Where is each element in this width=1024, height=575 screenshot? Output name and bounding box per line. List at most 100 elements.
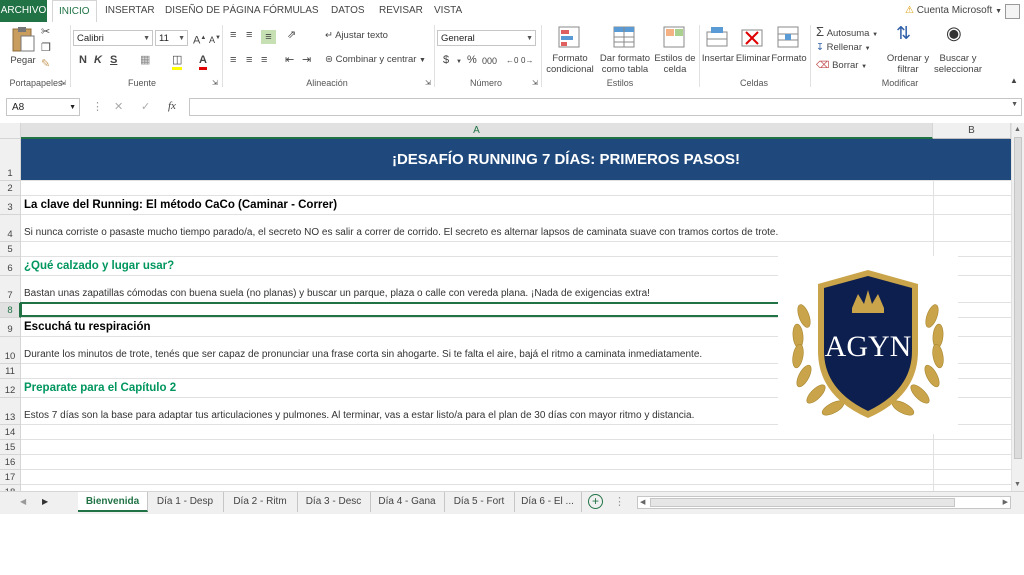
row-header[interactable]: 16	[0, 455, 21, 470]
cell-styles-button[interactable]: Estilos de celda	[654, 24, 696, 76]
autosum-button[interactable]: Σ Autosuma ▼	[816, 24, 878, 39]
row-header[interactable]: 6	[0, 257, 21, 276]
column-header-a[interactable]: A	[21, 123, 933, 139]
decrease-indent-icon[interactable]: ⇤	[285, 53, 294, 67]
table-row[interactable]: La clave del Running: El método CaCo (Ca…	[21, 196, 1011, 215]
row-header[interactable]: 10	[0, 337, 21, 364]
table-row[interactable]	[21, 440, 1011, 455]
dialog-launcher-icon[interactable]: ⇲	[532, 77, 538, 91]
row-header[interactable]: 12	[0, 379, 21, 398]
borders-icon[interactable]: ▦	[140, 53, 150, 67]
increase-decimal-icon[interactable]: ←0	[506, 54, 518, 68]
decrease-decimal-icon[interactable]: 0→	[521, 54, 533, 68]
add-sheet-icon[interactable]: +	[588, 494, 603, 509]
tab-datos[interactable]: DATOS	[325, 0, 371, 22]
dialog-launcher-icon[interactable]: ⇲	[60, 77, 66, 91]
table-row[interactable]	[21, 181, 1011, 196]
row-header[interactable]: 1	[0, 139, 21, 181]
merge-center-button[interactable]: ⊜ Combinar y centrar ▼	[325, 54, 426, 65]
horizontal-scroll-thumb[interactable]	[650, 498, 955, 507]
percent-button[interactable]: %	[467, 53, 477, 67]
prev-sheet-icon[interactable]: ◀	[20, 495, 26, 509]
name-box[interactable]: A8 ▼	[6, 98, 80, 116]
insert-function-button[interactable]: fx	[168, 99, 176, 113]
dialog-launcher-icon[interactable]: ⇲	[212, 77, 218, 91]
row-header[interactable]: 8	[0, 303, 21, 318]
vertical-scrollbar[interactable]: ▲ ▼	[1011, 123, 1024, 491]
sheet-tab[interactable]: Día 6 - El ...	[514, 492, 582, 512]
thousands-button[interactable]: 000	[482, 54, 497, 68]
select-all-corner[interactable]	[0, 123, 21, 139]
tab-archivo[interactable]: ARCHIVO	[0, 0, 47, 22]
align-center-icon[interactable]: ≡	[246, 53, 252, 67]
format-painter-icon[interactable]: ✎	[41, 57, 50, 71]
vertical-scroll-thumb[interactable]	[1014, 137, 1022, 459]
tab-insertar[interactable]: INSERTAR	[99, 0, 161, 22]
enter-icon[interactable]: ✓	[141, 100, 150, 114]
scroll-left-icon[interactable]: ◀	[640, 498, 645, 506]
table-row[interactable]	[21, 242, 1011, 257]
find-select-button[interactable]: ◉ Buscar y seleccionar	[932, 24, 984, 76]
agyn-logo[interactable]: AGYN	[778, 256, 958, 434]
fill-color-icon[interactable]: ◫	[172, 53, 183, 70]
insert-button[interactable]: Insertar	[701, 24, 735, 76]
tab-inicio[interactable]: INICIO	[52, 0, 97, 23]
copy-icon[interactable]: ❐	[41, 41, 51, 55]
row-header[interactable]: 5	[0, 242, 21, 257]
wrap-text-button[interactable]: ↵ Ajustar texto	[325, 30, 388, 41]
align-left-icon[interactable]: ≡	[230, 53, 236, 67]
scroll-right-icon[interactable]: ▶	[1003, 498, 1008, 506]
collapse-ribbon-icon[interactable]: ▲	[1010, 74, 1018, 88]
row-header[interactable]: 13	[0, 398, 21, 425]
align-top-icon[interactable]: ≡	[230, 28, 236, 42]
cancel-icon[interactable]: ✕	[114, 100, 123, 114]
format-button[interactable]: Formato	[771, 24, 807, 76]
table-row[interactable]: ¡DESAFÍO RUNNING 7 DÍAS: PRIMEROS PASOS!	[21, 139, 1011, 181]
format-as-table-button[interactable]: Dar formato como tabla	[598, 24, 652, 76]
dialog-launcher-icon[interactable]: ⇲	[425, 77, 431, 91]
horizontal-scrollbar[interactable]: ◀ ▶	[637, 496, 1011, 509]
font-color-icon[interactable]: A	[199, 53, 207, 70]
align-bottom-icon[interactable]: ≡	[261, 30, 276, 44]
cut-icon[interactable]: ✂	[41, 25, 50, 39]
clear-button[interactable]: ⌫ Borrar ▼	[816, 60, 867, 71]
scroll-up-icon[interactable]: ▲	[1014, 126, 1021, 133]
underline-button[interactable]: S	[110, 53, 117, 67]
sheet-tab[interactable]: Bienvenida	[78, 492, 148, 512]
row-header[interactable]: 7	[0, 276, 21, 303]
scroll-down-icon[interactable]: ▼	[1014, 481, 1021, 488]
font-name-select[interactable]: Calibri ▼	[73, 30, 153, 46]
grow-font-icon[interactable]: A▲	[193, 31, 206, 48]
sheet-tab[interactable]: Día 1 - Desp	[147, 492, 224, 512]
sheet-tab[interactable]: Día 3 - Desc	[297, 492, 371, 512]
italic-button[interactable]: K	[94, 53, 102, 67]
row-header[interactable]: 14	[0, 425, 21, 440]
next-sheet-icon[interactable]: ▶	[42, 495, 48, 509]
column-header-b[interactable]: B	[933, 123, 1011, 139]
tab-formulas[interactable]: FÓRMULAS	[257, 0, 325, 22]
row-header[interactable]: 15	[0, 440, 21, 455]
table-row[interactable]	[21, 470, 1011, 485]
row-header[interactable]: 4	[0, 215, 21, 242]
row-header[interactable]: 17	[0, 470, 21, 485]
align-right-icon[interactable]: ≡	[261, 53, 267, 67]
number-format-select[interactable]: General ▼	[437, 30, 536, 46]
increase-indent-icon[interactable]: ⇥	[302, 53, 311, 67]
table-row[interactable]: Si nunca corriste o pasaste mucho tiempo…	[21, 215, 1011, 242]
fill-button[interactable]: ↧ Rellenar ▼	[816, 42, 871, 53]
formula-input[interactable]: ▼	[189, 98, 1022, 116]
tab-diseno-pagina[interactable]: DISEÑO DE PÁGINA	[159, 0, 267, 22]
orientation-icon[interactable]: ⇗	[287, 28, 296, 42]
avatar[interactable]	[1005, 4, 1020, 19]
table-row[interactable]	[21, 455, 1011, 470]
sheet-tab[interactable]: Día 5 - Fort	[444, 492, 515, 512]
row-header[interactable]: 11	[0, 364, 21, 379]
row-header[interactable]: 2	[0, 181, 21, 196]
sort-filter-button[interactable]: ⇅ Ordenar y filtrar	[884, 24, 932, 76]
delete-button[interactable]: Eliminar	[735, 24, 771, 76]
row-header[interactable]: 9	[0, 318, 21, 337]
sheet-tab[interactable]: Día 2 - Ritm	[223, 492, 298, 512]
account-menu[interactable]: ⚠ Cuenta Microsoft ▼	[905, 0, 1002, 22]
currency-button[interactable]: $	[443, 53, 449, 67]
tab-vista[interactable]: VISTA	[428, 0, 468, 22]
